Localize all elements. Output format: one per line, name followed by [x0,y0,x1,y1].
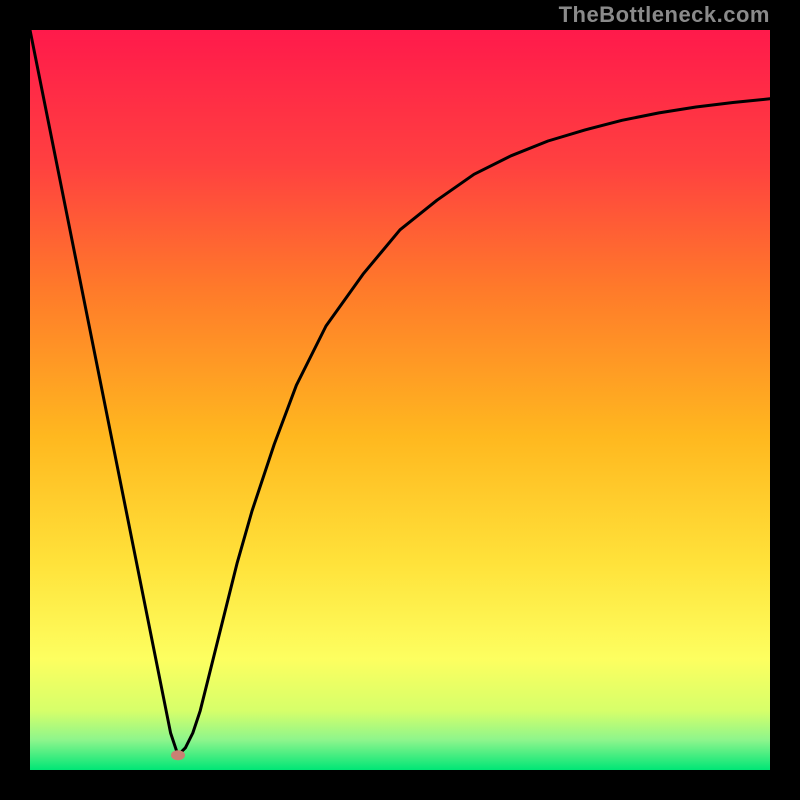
watermark-text: TheBottleneck.com [559,2,770,28]
plot-area [30,30,770,770]
gradient-background [30,30,770,770]
chart-frame: TheBottleneck.com [0,0,800,800]
optimum-marker [171,750,185,760]
chart-svg [30,30,770,770]
